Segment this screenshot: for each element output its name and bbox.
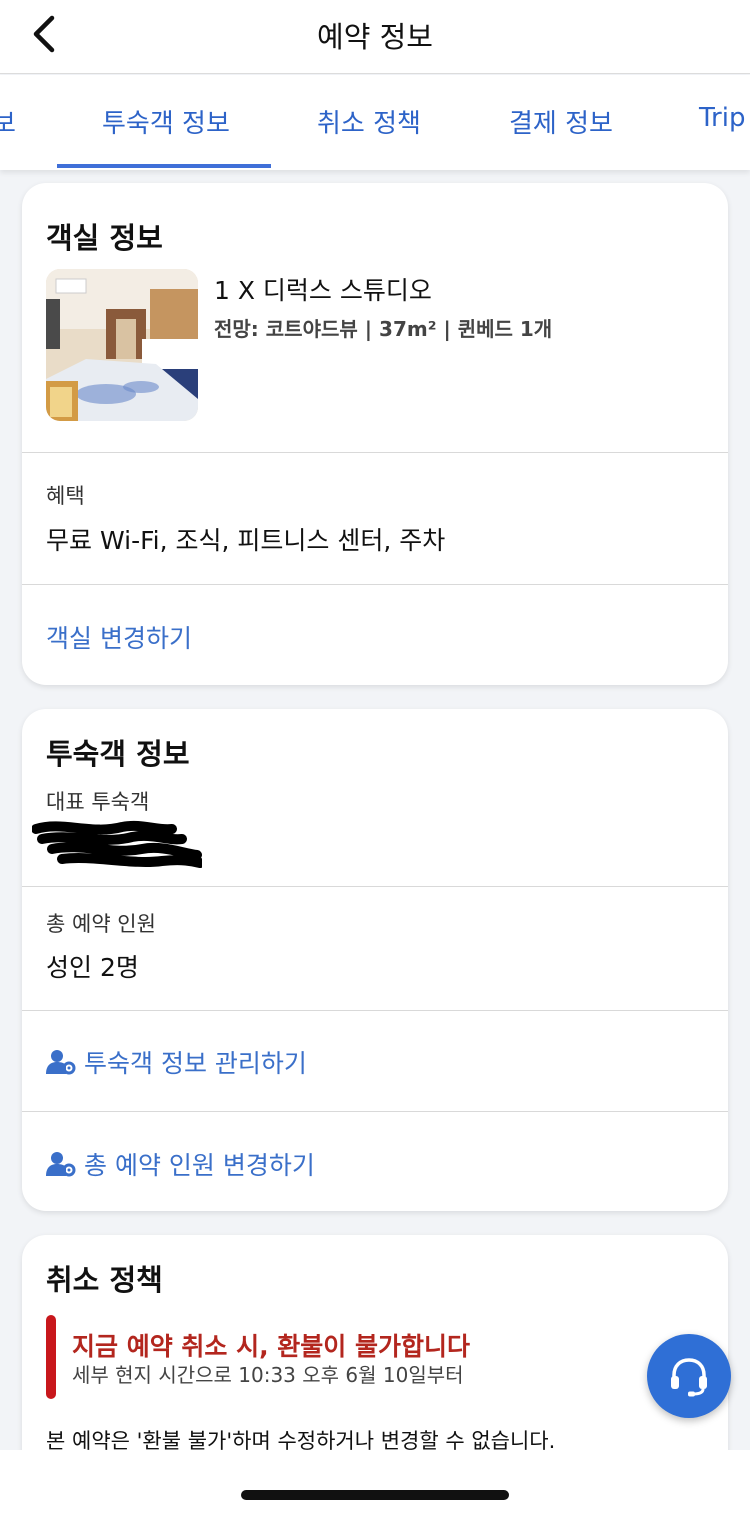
divider [22,1111,728,1112]
tab-guest-info[interactable]: 투숙객 정보 [102,103,230,140]
divider [22,1010,728,1011]
room-details: 전망: 코트야드뷰 | 37m² | 퀸베드 1개 [214,313,552,342]
user-gear-icon [46,1152,76,1177]
section-tabs: 보 투숙객 정보 취소 정책 결제 정보 Trip [0,75,750,170]
manage-guest-label: 투숙객 정보 관리하기 [84,1049,307,1078]
guest-info-card: 투숙객 정보 대표 투숙객 총 예약 인원 성인 2명 투숙객 정보 관리하기 … [22,709,728,1211]
view-value: 코트야드뷰 [265,317,358,341]
cancel-card-title: 취소 정책 [46,1263,163,1297]
separator: | [364,317,380,341]
change-guests-link[interactable]: 총 예약 인원 변경하기 [46,1146,315,1182]
home-indicator[interactable] [241,1490,509,1500]
main-guest-label: 대표 투숙객 [46,790,150,814]
benefits-value: 무료 Wi-Fi, 조식, 피트니스 센터, 주차 [46,526,446,555]
tab-payment-info[interactable]: 결제 정보 [509,103,613,140]
active-tab-indicator [57,164,271,168]
tab-partial[interactable]: 보 [0,103,16,140]
change-room-link[interactable]: 객실 변경하기 [46,619,192,655]
warning-bar [46,1315,56,1399]
warning-title: 지금 예약 취소 시, 환불이 불가합니다 [72,1332,471,1361]
bottom-safe-area [0,1450,750,1515]
total-guests-value: 성인 2명 [46,953,139,982]
separator: | [443,317,458,341]
top-nav-bar: 예약 정보 [0,0,750,74]
room-size: 37m² [379,317,437,341]
room-photo[interactable] [46,269,198,421]
redacted-guest-name [32,820,202,868]
view-label: 전망: [214,317,259,341]
divider [22,886,728,887]
divider [22,584,728,585]
room-card-title: 객실 정보 [46,221,163,255]
customer-support-button[interactable] [647,1334,731,1418]
warning-subtitle: 세부 현지 시간으로 10:33 오후 6월 10일부터 [72,1363,464,1387]
room-name: 1 X 디럭스 스튜디오 [214,276,432,305]
headset-icon [671,1358,707,1397]
tab-cancel-policy[interactable]: 취소 정책 [317,103,421,140]
manage-guest-link[interactable]: 투숙객 정보 관리하기 [46,1044,307,1080]
page-title: 예약 정보 [317,20,433,54]
room-info-card: 객실 정보 1 X 디럭스 스튜디오 전망: 코트야드뷰 | 37m² | 퀸베… [22,183,728,685]
room-photo-image [46,269,198,421]
user-gear-icon [46,1050,76,1075]
tab-trip[interactable]: Trip [699,103,745,133]
total-guests-label: 총 예약 인원 [46,912,156,936]
bed-info: 퀸베드 1개 [457,317,553,341]
benefits-label: 혜택 [46,484,85,508]
change-guests-label: 총 예약 인원 변경하기 [84,1151,315,1180]
divider [22,452,728,453]
guest-card-title: 투숙객 정보 [46,737,190,771]
